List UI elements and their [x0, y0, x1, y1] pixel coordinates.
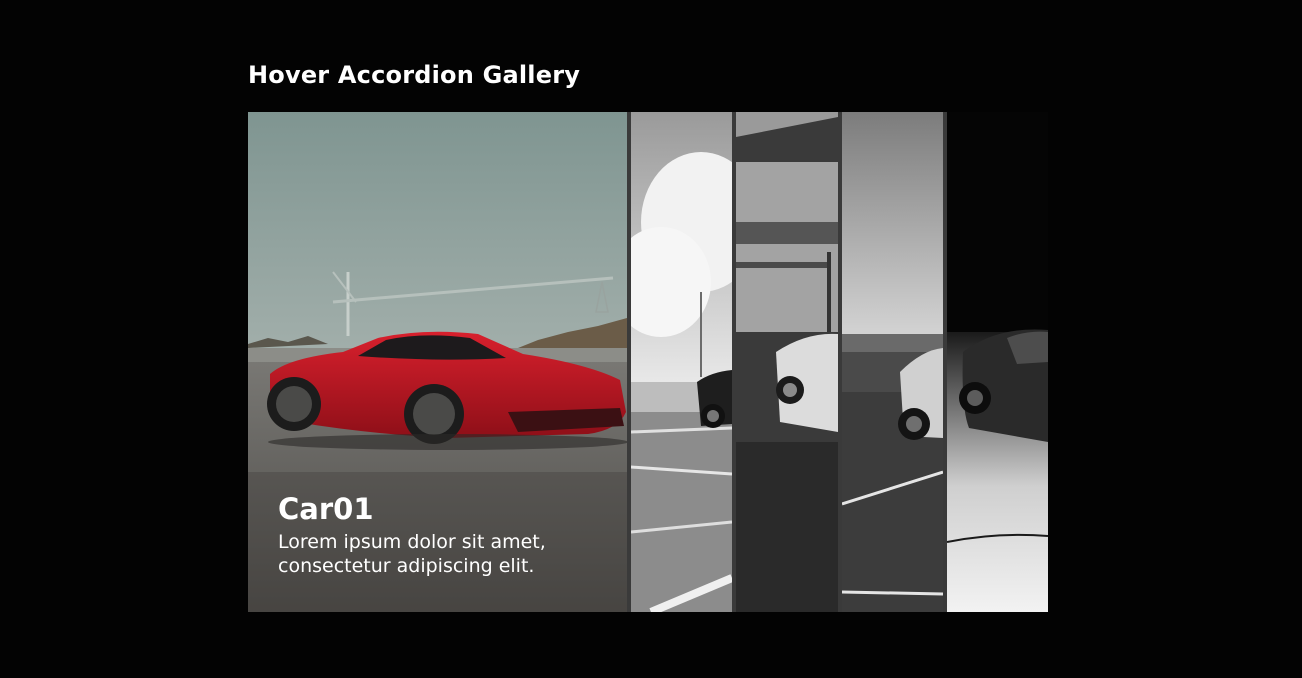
- caption-text: Lorem ipsum dolor sit amet, consectetur …: [278, 531, 546, 577]
- caption-title: Car01: [278, 492, 374, 526]
- page: Hover Accordion Gallery Car01 Lorem ipsu…: [0, 0, 1302, 678]
- bw-dark-supercar-image: [947, 112, 1048, 612]
- gallery-panel-1[interactable]: Car01 Lorem ipsum dolor sit amet, consec…: [248, 112, 627, 612]
- gallery-panel-5[interactable]: [947, 112, 1048, 612]
- accordion-gallery: Car01 Lorem ipsum dolor sit amet, consec…: [248, 112, 1048, 612]
- panel-caption: Car01 Lorem ipsum dolor sit amet, consec…: [278, 492, 578, 578]
- bw-car-rooftop-image: [842, 112, 943, 612]
- page-title: Hover Accordion Gallery: [248, 61, 581, 89]
- bw-white-supercar-image: [736, 112, 838, 612]
- gallery-panel-3[interactable]: [736, 112, 838, 612]
- gallery-panel-2[interactable]: [631, 112, 732, 612]
- gallery-panel-4[interactable]: [842, 112, 943, 612]
- bw-car-parking-image: [631, 112, 732, 612]
